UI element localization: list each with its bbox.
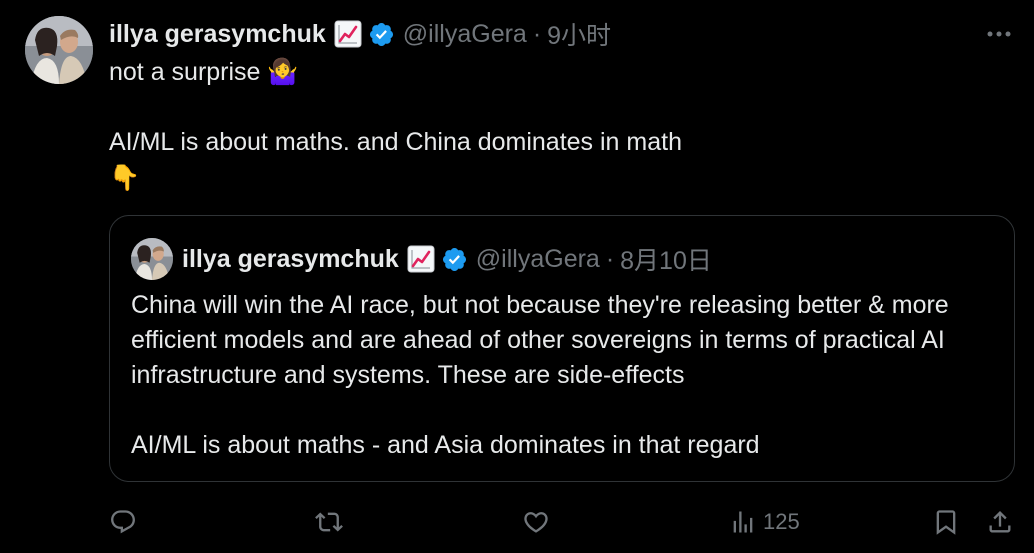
author-handle[interactable]: @illyaGera [403, 20, 527, 49]
share-button[interactable] [986, 506, 1014, 538]
author-name[interactable]: illya gerasymchuk [109, 20, 326, 49]
chart-increasing-icon [407, 245, 435, 273]
pointing-down-emoji: 👇 [109, 163, 141, 192]
tweet-text-line2: AI/ML is about maths. and China dominate… [109, 128, 682, 156]
woman-shrugging-emoji: 🤷‍♀️ [267, 57, 299, 86]
quoted-author-handle[interactable]: @illyaGera [476, 245, 600, 274]
separator-dot: · [532, 19, 542, 48]
quoted-author-avatar[interactable] [131, 238, 173, 280]
tweet-timestamp[interactable]: 9小时 [547, 16, 611, 52]
tweet-action-bar: 125 [0, 500, 1034, 544]
avatar-photo [25, 16, 93, 84]
quoted-tweet-header: illya gerasymchuk @illyaGera · 8月10日 [182, 240, 712, 278]
reply-icon [111, 510, 135, 534]
heart-icon [524, 512, 548, 533]
quoted-tweet-text: China will win the AI race, but not beca… [131, 288, 991, 463]
retweet-icon [315, 512, 343, 532]
separator-dot: · [605, 244, 615, 273]
tweet-text-line1: not a surprise [109, 58, 261, 86]
reply-button[interactable] [109, 506, 137, 538]
bookmark-icon [936, 510, 956, 535]
author-avatar[interactable] [25, 16, 93, 84]
quoted-text-para2: AI/ML is about maths - and Asia dominate… [131, 431, 760, 459]
quoted-text-para1: China will win the AI race, but not beca… [131, 291, 949, 389]
quoted-tweet-timestamp[interactable]: 8月10日 [620, 241, 712, 277]
views-chart-icon [733, 511, 753, 533]
tweet-text: not a surprise 🤷‍♀️ AI/ML is about maths… [109, 54, 989, 196]
quoted-tweet-card[interactable]: illya gerasymchuk @illyaGera · 8月10日 Chi… [109, 215, 1015, 482]
views-count: 125 [763, 509, 800, 534]
avatar-photo [131, 238, 173, 280]
bookmark-button[interactable] [932, 506, 960, 538]
tweet-header: illya gerasymchuk @illyaGera · 9小时 [109, 16, 611, 52]
verified-badge-icon[interactable] [441, 246, 468, 273]
chart-increasing-icon [334, 20, 362, 48]
verified-badge-icon[interactable] [368, 21, 395, 48]
retweet-button[interactable] [315, 506, 343, 538]
share-icon [989, 511, 1011, 533]
views-button[interactable]: 125 [729, 506, 800, 538]
more-options-icon[interactable] [984, 20, 1014, 48]
like-button[interactable] [522, 506, 550, 538]
quoted-author-name[interactable]: illya gerasymchuk [182, 245, 399, 274]
